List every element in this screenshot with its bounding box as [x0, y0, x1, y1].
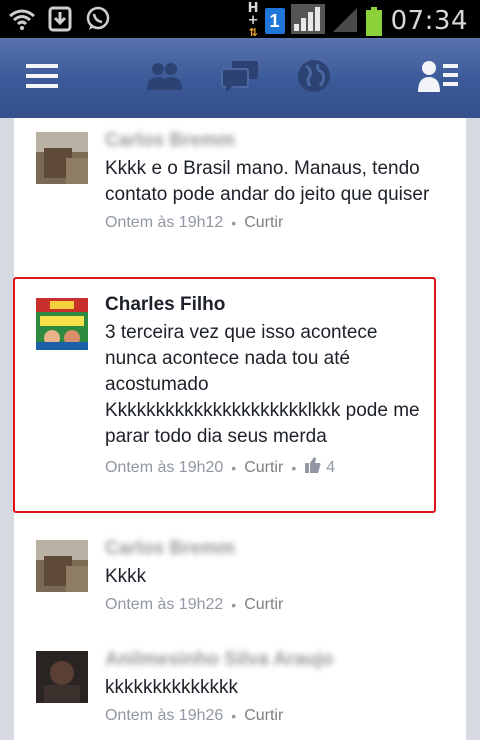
comment-timestamp[interactable]: Ontem às 19h12 — [105, 214, 223, 232]
signal-strength-2-icon — [331, 4, 359, 39]
signal-strength-icon — [290, 3, 325, 39]
highlight-box — [13, 277, 436, 513]
download-icon — [46, 5, 74, 33]
avatar[interactable] — [36, 540, 88, 592]
wifi-question-icon — [8, 5, 36, 33]
left-frame — [0, 118, 14, 740]
comment-meta: Ontem às 19h22 • Curtir — [105, 596, 445, 614]
right-frame — [466, 118, 480, 740]
comment-text: Kkkk e o Brasil mano. Manaus, tendo cont… — [105, 158, 430, 205]
app-header — [0, 38, 480, 119]
battery-icon — [365, 7, 382, 36]
separator-dot: • — [231, 597, 237, 613]
comment-meta: Ontem às 19h12 • Curtir — [105, 214, 445, 232]
separator-dot: • — [231, 708, 237, 724]
notifications-button[interactable] — [288, 52, 340, 104]
messages-button[interactable] — [214, 52, 266, 104]
separator-dot: • — [231, 215, 237, 231]
menu-icon — [26, 63, 58, 94]
menu-button[interactable] — [16, 52, 68, 104]
clock: 07:34 — [390, 6, 468, 36]
comment-timestamp[interactable]: Ontem às 19h26 — [105, 707, 223, 725]
status-bar: H + ⇅ 1 07:34 — [0, 0, 480, 39]
contacts-list-icon — [417, 59, 459, 98]
comment-text: Kkkk — [105, 566, 147, 587]
sim-slot-badge: 1 — [264, 8, 285, 34]
like-link[interactable]: Curtir — [244, 707, 283, 725]
friend-requests-button[interactable] — [138, 52, 190, 104]
comment-timestamp[interactable]: Ontem às 19h22 — [105, 596, 223, 614]
comment-meta: Ontem às 19h26 • Curtir — [105, 707, 445, 725]
friend-requests-icon — [144, 60, 184, 97]
avatar[interactable] — [36, 651, 88, 703]
comment-author[interactable]: Anilmesinho Silva Araujo — [105, 647, 445, 673]
avatar[interactable] — [36, 132, 88, 184]
like-link[interactable]: Curtir — [244, 214, 283, 232]
whatsapp-icon — [84, 5, 112, 33]
comment-text: kkkkkkkkkkkkkk — [105, 677, 238, 698]
network-type-label: H + ⇅ — [247, 1, 259, 39]
comment-author[interactable]: Carlos Bremm — [105, 128, 445, 154]
contacts-button[interactable] — [412, 52, 464, 104]
messages-icon — [220, 59, 260, 98]
notifications-globe-icon — [296, 58, 332, 99]
comment-author[interactable]: Carlos Bremm — [105, 536, 445, 562]
like-link[interactable]: Curtir — [244, 596, 283, 614]
